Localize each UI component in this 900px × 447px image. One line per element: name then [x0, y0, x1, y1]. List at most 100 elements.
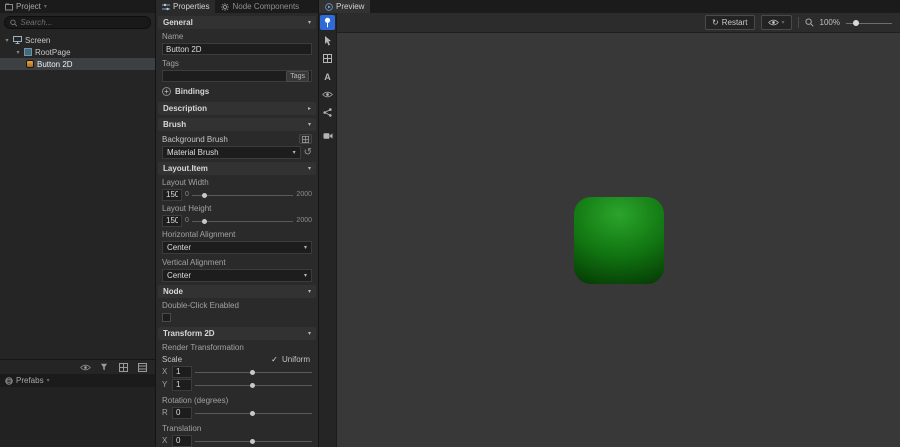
project-toolbar	[0, 359, 155, 374]
chevron-down-icon: ▾	[308, 288, 311, 295]
node-graph-tool[interactable]	[320, 105, 335, 120]
cursor-icon	[324, 36, 332, 46]
translation-x-input[interactable]	[172, 435, 192, 447]
section-title: Transform 2D	[163, 329, 215, 338]
rotation-slider[interactable]	[195, 408, 312, 418]
restart-label: Restart	[722, 18, 748, 27]
scale-x-input[interactable]	[172, 366, 192, 378]
preview-canvas[interactable]	[337, 33, 900, 447]
expand-arrow-icon[interactable]: ▾	[4, 37, 10, 44]
dropdown-value: Center	[167, 271, 191, 280]
horizontal-alignment-dropdown[interactable]: Center ▾	[162, 241, 312, 254]
tab-label: Properties	[173, 2, 209, 11]
tree-item-screen[interactable]: ▾ Screen	[0, 34, 155, 46]
section-header-layout[interactable]: Layout.Item ▾	[158, 162, 316, 175]
section-header-general[interactable]: General ▾	[158, 16, 316, 29]
zoom-slider[interactable]	[846, 18, 892, 28]
translation-x-row: X	[156, 434, 318, 447]
filter-button[interactable]	[97, 361, 111, 373]
name-input[interactable]	[162, 43, 312, 55]
project-icon	[5, 3, 13, 11]
project-panel: Project ▾ ▾ Screen ▾ RootPage Button 2	[0, 0, 156, 447]
section-header-brush[interactable]: Brush ▾	[158, 118, 316, 131]
section-title: Layout.Item	[163, 164, 208, 173]
vertical-alignment-dropdown[interactable]: Center ▾	[162, 269, 312, 282]
scale-y-input[interactable]	[172, 379, 192, 391]
button2d-preview[interactable]	[574, 197, 664, 284]
bindings-label: Bindings	[175, 87, 209, 96]
palette-grid-icon	[302, 136, 309, 143]
text-tool[interactable]: A	[320, 69, 335, 84]
layout-width-input[interactable]	[162, 189, 182, 201]
section-header-node[interactable]: Node ▾	[158, 285, 316, 298]
layout-height-input[interactable]	[162, 215, 182, 227]
tree-item-rootpage[interactable]: ▾ RootPage	[0, 46, 155, 58]
tree-item-button2d[interactable]: Button 2D	[0, 58, 155, 70]
show-hidden-button[interactable]	[78, 361, 92, 373]
section-header-transform2d[interactable]: Transform 2D ▾	[158, 327, 316, 340]
tree-item-label: Button 2D	[37, 60, 73, 69]
prefabs-panel-header[interactable]: Prefabs ▾	[0, 374, 155, 387]
scale-y-row: Y	[156, 378, 318, 391]
tags-input[interactable]	[166, 72, 286, 81]
project-panel-header: Project ▾	[0, 0, 155, 13]
scale-y-slider[interactable]	[195, 380, 312, 390]
background-brush-dropdown[interactable]: Material Brush ▾	[162, 146, 301, 159]
brush-editor-button[interactable]	[299, 134, 312, 144]
check-icon: ✓	[270, 355, 279, 364]
visibility-button[interactable]: ▾	[761, 15, 792, 30]
tags-button[interactable]: Tags	[286, 71, 309, 82]
search-input[interactable]	[20, 18, 145, 27]
tab-properties[interactable]: Properties	[156, 0, 215, 13]
layout-height-row: 0 2000	[156, 214, 318, 227]
tags-input-wrap[interactable]: Tags	[162, 70, 312, 82]
page-icon	[24, 48, 32, 56]
interact-tool[interactable]	[320, 15, 335, 30]
properties-list: General ▾ Name Tags Tags + Bindings Desc…	[156, 13, 318, 447]
grid-view-button[interactable]	[116, 361, 130, 373]
grid-tool[interactable]	[320, 51, 335, 66]
visibility-tool[interactable]	[320, 87, 335, 102]
list-view-button[interactable]	[135, 361, 149, 373]
uniform-checkbox[interactable]: ✓ Uniform	[270, 355, 310, 364]
layout-width-row: 0 2000	[156, 188, 318, 201]
expand-arrow-icon[interactable]: ▾	[15, 49, 21, 56]
section-title: General	[163, 18, 193, 27]
dropdown-value: Material Brush	[167, 148, 219, 157]
list-icon	[138, 363, 147, 372]
preview-panel: Preview ↻ Restart ▾ 100%	[319, 0, 900, 447]
section-header-description[interactable]: Description ▸	[158, 102, 316, 115]
layout-height-slider[interactable]	[192, 216, 294, 226]
slider-min-label: 0	[185, 191, 189, 198]
tab-node-components[interactable]: Node Components	[215, 0, 305, 13]
rotation-input[interactable]	[172, 407, 192, 419]
add-binding-button[interactable]: + Bindings	[156, 83, 318, 99]
pin-icon	[323, 17, 332, 28]
search-box[interactable]	[4, 16, 151, 29]
chevron-down-icon[interactable]: ▾	[47, 377, 50, 384]
restart-button[interactable]: ↻ Restart	[705, 15, 755, 30]
camera-icon	[323, 132, 333, 140]
restart-icon: ↻	[712, 18, 719, 27]
tree-item-label: Screen	[25, 36, 50, 45]
double-click-checkbox[interactable]	[162, 313, 171, 322]
tree-item-label: RootPage	[35, 48, 71, 57]
layout-height-label: Layout Height	[156, 201, 318, 214]
tab-preview[interactable]: Preview	[319, 0, 370, 13]
translation-label: Translation	[156, 419, 318, 434]
grid-icon	[119, 363, 128, 372]
axis-label: R	[162, 408, 169, 417]
screen-icon	[13, 36, 22, 44]
rotation-row: R	[156, 406, 318, 419]
scale-x-slider[interactable]	[195, 367, 312, 377]
layout-width-label: Layout Width	[156, 175, 318, 188]
capture-tool[interactable]	[320, 128, 335, 143]
sliders-icon	[162, 3, 170, 11]
layout-width-slider[interactable]	[192, 190, 294, 200]
chevron-down-icon[interactable]: ▾	[44, 3, 47, 10]
search-area	[0, 13, 155, 32]
select-tool[interactable]	[320, 33, 335, 48]
translation-x-slider[interactable]	[195, 436, 312, 446]
gear-icon	[221, 3, 229, 11]
revert-icon[interactable]: ↺	[304, 148, 312, 158]
